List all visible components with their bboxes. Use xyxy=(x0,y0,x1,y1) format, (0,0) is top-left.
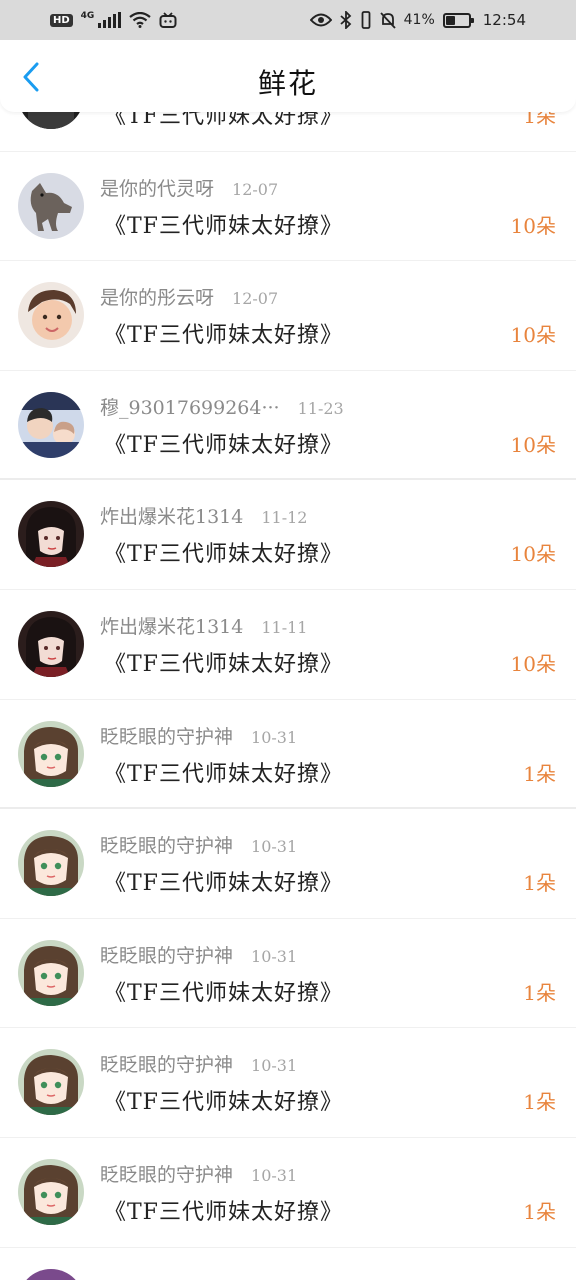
signal-icon xyxy=(98,12,122,28)
list-item[interactable]: 是你的代灵呀 12-07 《TF三代师妹太好撩》 10朵 xyxy=(0,152,576,262)
row-meta: 眨眨眼的守护神 10-31 xyxy=(100,722,297,749)
date: 12-07 xyxy=(232,179,279,199)
avatar[interactable] xyxy=(18,720,84,787)
book-title[interactable]: 《TF三代师妹太好撩》 xyxy=(104,427,343,459)
flower-count: 1朵 xyxy=(523,761,556,786)
status-left: HD 4G xyxy=(50,11,177,28)
avatar[interactable] xyxy=(18,1158,84,1225)
flower-list[interactable]: 《TF三代师妹太好撩》 1朵 是你的代灵呀 12-07 《TF三代师妹太好撩》 10朵 是你… xyxy=(0,112,576,1280)
row-meta: 眨眨眼的守护神 10-31 xyxy=(100,831,297,858)
tv-icon xyxy=(159,12,177,28)
flower-count: 10朵 xyxy=(510,651,556,676)
row-meta: 是你的代灵呀 12-07 xyxy=(100,174,278,201)
flower-count: 1朵 xyxy=(523,980,556,1005)
list-item[interactable]: 眨眨眼的守护神 10-31 《TF三代师妹太好撩》 1朵 xyxy=(0,809,576,919)
status-bar: HD 4G 41% 12:54 xyxy=(0,0,576,40)
avatar[interactable] xyxy=(18,830,84,897)
list-item[interactable]: 眨眨眼的守护神 10-31 《TF三代师妹太好撩》 1朵 xyxy=(0,700,576,810)
bluetooth-icon xyxy=(340,11,351,29)
book-title[interactable]: 《TF三代师妹太好撩》 xyxy=(104,975,343,1007)
avatar[interactable] xyxy=(18,391,84,458)
row-meta: 眨眨眼的守护神 10-31 xyxy=(100,1160,297,1187)
username[interactable]: 是你的彤云呀 xyxy=(100,283,214,310)
book-title[interactable]: 《TF三代师妹太好撩》 xyxy=(104,756,343,788)
flower-count: 10朵 xyxy=(510,542,556,567)
list-item[interactable]: 眨眨眼的守护神 10-31 《TF三代师妹太好撩》 1朵 xyxy=(0,1138,576,1248)
flower-count: 1朵 xyxy=(523,1090,556,1115)
date: 10-31 xyxy=(251,727,298,747)
row-meta: 炸出爆米花1314 11-11 xyxy=(100,612,307,639)
list-item[interactable]: 炸出爆米花1314 11-12 《TF三代师妹太好撩》 10朵 xyxy=(0,480,576,590)
avatar[interactable] xyxy=(18,172,84,239)
username[interactable]: 是你的代灵呀 xyxy=(100,174,214,201)
row-meta: 穆_93017699264··· 11-23 xyxy=(100,393,344,420)
book-title[interactable]: 《TF三代师妹太好撩》 xyxy=(104,1084,343,1116)
vibrate-icon xyxy=(361,11,371,29)
flower-count: 10朵 xyxy=(510,323,556,348)
date: 10-31 xyxy=(251,1165,298,1185)
row-meta: 是你的彤云呀 12-07 xyxy=(100,283,278,310)
list-item[interactable]: 是你的彤云呀 12-07 《TF三代师妹太好撩》 10朵 xyxy=(0,261,576,371)
page-title: 鲜花 xyxy=(257,67,318,100)
status-right: 41% 12:54 xyxy=(309,11,526,29)
wifi-icon xyxy=(129,12,152,28)
flower-count: 1朵 xyxy=(523,1199,556,1224)
book-title[interactable]: 《TF三代师妹太好撩》 xyxy=(104,1194,343,1226)
battery-percent: 41% xyxy=(403,12,435,28)
book-title[interactable]: 《TF三代师妹太好撩》 xyxy=(104,112,343,130)
date: 11-12 xyxy=(261,508,308,528)
avatar[interactable] xyxy=(18,1049,84,1116)
username[interactable]: 眨眨眼的守护神 xyxy=(100,941,233,968)
book-title[interactable]: 《TF三代师妹太好撩》 xyxy=(104,208,343,240)
book-title[interactable]: 《TF三代师妹太好撩》 xyxy=(104,646,343,678)
avatar[interactable] xyxy=(18,939,84,1006)
username[interactable]: 穆_93017699264··· xyxy=(100,393,280,420)
date: 10-31 xyxy=(251,946,298,966)
row-meta: 炸出爆米花1314 11-12 xyxy=(100,502,307,529)
nav-bar: 鲜花 xyxy=(0,40,576,112)
date: 11-23 xyxy=(297,398,344,418)
flower-list-inner: 《TF三代师妹太好撩》 1朵 是你的代灵呀 12-07 《TF三代师妹太好撩》 10朵 是你… xyxy=(0,112,576,1280)
username[interactable]: 眨眨眼的守护神 xyxy=(100,1160,233,1187)
username[interactable]: 眨眨眼的守护神 xyxy=(100,1050,233,1077)
list-item[interactable]: 《TF三代师妹太好撩》 1朵 xyxy=(0,112,576,152)
flower-count: 10朵 xyxy=(510,213,556,238)
eye-icon xyxy=(309,13,332,27)
row-meta: 眨眨眼的守护神 10-31 xyxy=(100,1050,297,1077)
book-title[interactable]: 《TF三代师妹太好撩》 xyxy=(104,536,343,568)
username[interactable]: 眨眨眼的守护神 xyxy=(100,831,233,858)
date: 10-31 xyxy=(251,1056,298,1076)
avatar[interactable] xyxy=(18,610,84,677)
hd-badge: HD xyxy=(50,13,73,27)
list-item[interactable]: 眨眨眼的守护神 10-31 《TF三代师妹太好撩》 1朵 xyxy=(0,919,576,1029)
avatar[interactable] xyxy=(18,501,84,568)
flower-count: 1朵 xyxy=(523,112,556,128)
avatar[interactable] xyxy=(18,1268,84,1280)
book-title[interactable]: 《TF三代师妹太好撩》 xyxy=(104,865,343,897)
date: 11-11 xyxy=(261,617,308,637)
avatar[interactable] xyxy=(18,112,84,129)
flower-count: 1朵 xyxy=(523,871,556,896)
flower-count: 10朵 xyxy=(510,432,556,457)
row-meta: 眨眨眼的守护神 10-31 xyxy=(100,941,297,968)
battery-fill xyxy=(445,15,455,25)
list-item[interactable]: 炸出爆米花1314 11-11 《TF三代师妹太好撩》 10朵 xyxy=(0,590,576,700)
date: 10-31 xyxy=(251,837,298,857)
list-item[interactable]: 眨眨眼的守护神 10-31 《TF三代师妹太好撩》 1朵 xyxy=(0,1028,576,1138)
battery-icon xyxy=(442,12,474,28)
status-time: 12:54 xyxy=(482,11,526,29)
username[interactable]: 眨眨眼的守护神 xyxy=(100,722,233,749)
username[interactable]: 炸出爆米花1314 xyxy=(100,612,243,639)
date: 12-07 xyxy=(232,289,279,309)
mute-icon xyxy=(379,12,396,29)
avatar[interactable] xyxy=(18,282,84,349)
book-title[interactable]: 《TF三代师妹太好撩》 xyxy=(104,317,343,349)
list-item[interactable]: 穆_93017699264··· 11-23 《TF三代师妹太好撩》 10朵 xyxy=(0,371,576,481)
username[interactable]: 炸出爆米花1314 xyxy=(100,502,243,529)
network-label: 4G xyxy=(80,11,95,21)
